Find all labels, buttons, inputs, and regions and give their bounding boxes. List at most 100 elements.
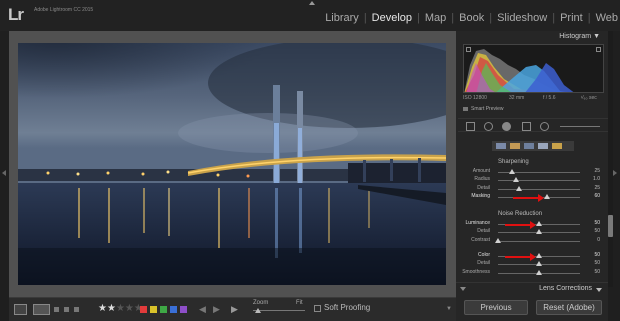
noise-reduction-slider-value[interactable]: 50 [585,269,600,275]
panel-collapse-icon[interactable] [460,287,466,291]
noise-reduction-slider-value[interactable]: 0 [585,237,600,243]
noise-reduction-slider-label: Detail [477,260,490,267]
reset-button[interactable]: Reset (Adobe) [536,300,602,315]
adjustment-brush-icon[interactable] [560,126,600,127]
module-divider: | [587,12,591,24]
soft-proofing-label: Soft Proofing [324,303,371,312]
red-annotation-arrow [505,253,536,261]
sharpening-slider-row[interactable]: Detail 25 [458,185,604,193]
purple-label-swatch[interactable] [180,306,187,313]
sharpening-slider-track[interactable] [498,188,580,190]
before-after-view-icon[interactable] [33,304,50,315]
highlight-clipping-icon[interactable] [596,47,601,52]
module-develop[interactable]: Develop [372,12,412,24]
noise-reduction-slider-thumb[interactable] [536,253,542,258]
noise-reduction-slider-row[interactable]: Detail 50 [458,260,604,268]
crop-tool-icon[interactable] [466,122,475,131]
noise-reduction-slider-value[interactable]: 50 [585,252,600,258]
module-picker: Library | Develop | Map | Book | Slidesh… [325,12,618,24]
sharpening-slider-thumb[interactable] [515,185,522,191]
red-label-swatch[interactable] [140,306,147,313]
sharpening-slider-thumb[interactable] [508,169,515,174]
module-slideshow[interactable]: Slideshow [497,12,547,24]
fit-label[interactable]: Fit [296,300,303,306]
sharpening-slider-value[interactable]: 60 [585,193,600,199]
noise-reduction-slider-value[interactable]: 50 [585,220,600,226]
noise-reduction-slider-row[interactable]: Detail 50 [458,228,604,236]
green-label-swatch[interactable] [160,306,167,313]
radial-filter-icon[interactable] [540,122,549,131]
histogram-title: Histogram ▼ [559,33,600,40]
star-icon[interactable]: ★ [125,303,134,314]
star-rating[interactable]: ★★★★★ [98,303,143,314]
smart-preview-label: Smart Preview [471,106,504,112]
shadow-clipping-icon[interactable] [466,47,471,52]
view-options-icon[interactable] [54,307,59,312]
noise-reduction-title: Noise Reduction [498,211,543,217]
graduated-filter-icon[interactable] [522,122,531,131]
previous-arrow-icon[interactable]: ◀ [199,304,206,315]
tool-strip [458,118,608,132]
sharpening-slider-value[interactable]: 25 [585,168,600,174]
yellow-label-swatch[interactable] [150,306,157,313]
sharpening-slider-thumb[interactable] [513,177,520,183]
module-divider: | [489,12,493,24]
noise-reduction-slider-thumb[interactable] [536,221,542,226]
aperture: f / 5.6 [543,95,556,101]
collapse-top-panel-icon[interactable] [309,1,315,5]
star-icon[interactable]: ★ [116,303,125,314]
exif-info: ISO 12800 32 mm f / 5.6 ¹⁄₆₀ sec [463,94,604,102]
spot-removal-icon[interactable] [484,122,493,131]
play-icon[interactable]: ▶ [231,304,238,315]
smart-preview-row[interactable]: Smart Preview [463,106,504,112]
module-web[interactable]: Web [596,12,618,24]
star-icon[interactable]: ★ [98,303,107,314]
flag-icon[interactable] [64,307,69,312]
shutter-speed: ¹⁄₆₀ sec [581,95,597,101]
noise-reduction-slider-value[interactable]: 50 [585,228,600,234]
noise-reduction-slider-thumb[interactable] [495,237,501,243]
noise-reduction-slider-value[interactable]: 50 [585,260,600,266]
photo-preview[interactable] [18,43,446,285]
sharpening-slider-value[interactable]: 25 [585,185,600,191]
star-icon[interactable]: ★ [107,303,116,314]
histogram-header[interactable]: Histogram ▼ [456,31,608,43]
collapse-right-panel-icon[interactable] [613,170,617,176]
previous-button[interactable]: Previous [464,300,528,315]
noise-reduction-slider-label: Detail [477,228,490,235]
soft-proofing-checkbox[interactable] [314,305,321,312]
sharpening-slider-label: Masking [471,192,490,199]
sharpening-slider-thumb[interactable] [544,193,551,199]
module-map[interactable]: Map [425,12,446,24]
noise-reduction-slider-row[interactable]: Contrast 0 [458,237,604,245]
noise-reduction-slider-track[interactable] [498,240,580,242]
noise-reduction-slider-thumb[interactable] [536,261,542,267]
blue-label-swatch[interactable] [170,306,177,313]
panel-scrollbar[interactable] [608,31,613,287]
sharpening-slider-track[interactable] [498,180,580,182]
red-eye-icon[interactable] [502,122,511,131]
module-book[interactable]: Book [459,12,484,24]
noise-reduction-slider-row[interactable]: Smoothness 50 [458,269,604,277]
zoom-slider-thumb[interactable] [255,308,261,313]
module-library[interactable]: Library [325,12,359,24]
next-arrow-icon[interactable]: ▶ [213,304,220,315]
noise-reduction-slider-thumb[interactable] [536,269,542,275]
collapse-left-panel-icon[interactable] [2,170,6,176]
app-logo: Lr [8,5,24,24]
lens-corrections-header[interactable]: Lens Corrections [456,282,608,294]
iso-value: ISO 12800 [463,95,487,101]
sharpening-title: Sharpening [498,159,529,165]
sharpening-slider-row[interactable]: Radius 1.0 [458,176,604,184]
detail-preview-image [492,141,574,151]
expand-icon [596,288,602,292]
loupe-view-icon[interactable] [14,304,27,315]
module-print[interactable]: Print [560,12,583,24]
sharpening-slider-value[interactable]: 1.0 [585,176,600,182]
noise-reduction-slider-thumb[interactable] [536,229,542,235]
bottom-toolbar: ★★★★★ ◀ ▶ ▶ Zoom Fit Soft Proofing ▼ [9,297,456,321]
panel-scrollbar-thumb[interactable] [608,215,613,237]
toolbar-menu-icon[interactable]: ▼ [446,306,452,312]
sharpening-slider-row[interactable]: Amount 25 [458,168,604,176]
reject-flag-icon[interactable] [74,307,79,312]
